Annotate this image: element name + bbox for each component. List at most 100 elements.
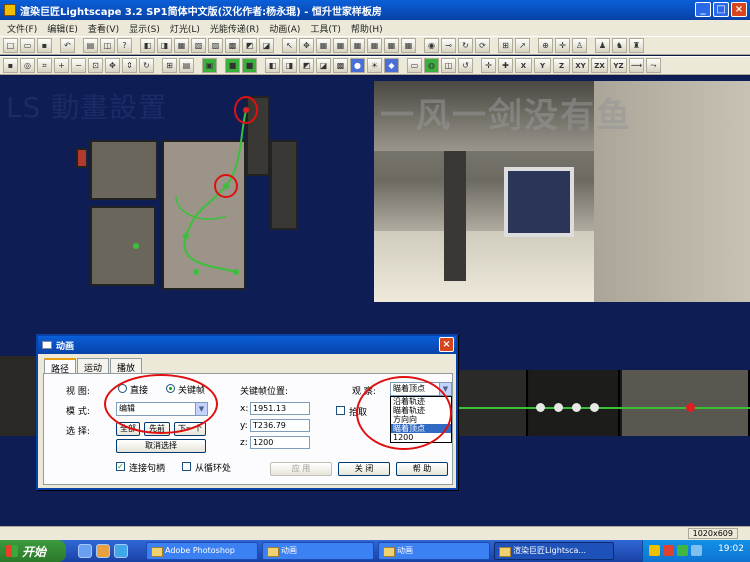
axis-x-button[interactable]: X [515,58,532,73]
menu-help[interactable]: 帮助(H) [346,22,388,35]
green-solid-icon[interactable]: ■ [242,58,257,73]
light-icon[interactable]: ☀ [367,58,382,73]
save-icon[interactable]: ▪ [37,38,52,53]
observe-option-selected[interactable]: 瞄着顶点 [391,424,451,433]
grid-f-icon[interactable]: ▦ [401,38,416,53]
axis-z-button[interactable]: Z [553,58,570,73]
green-box-icon[interactable]: ▣ [202,58,217,73]
camera-icon[interactable]: ◉ [424,38,439,53]
open-folder-icon[interactable]: ▭ [20,38,35,53]
cross-a-icon[interactable]: ✛ [481,58,496,73]
tool-g-icon[interactable]: ◩ [242,38,257,53]
help-context-icon[interactable]: ? [117,38,132,53]
grid-c-icon[interactable]: ▦ [350,38,365,53]
orbit-icon[interactable]: ⟳ [475,38,490,53]
menu-light[interactable]: 灯光(L) [165,22,205,35]
observe-option[interactable]: 沿着轨迹 [391,397,451,406]
solid-icon[interactable]: ▪ [3,58,18,73]
view-direct-radio[interactable] [118,384,127,393]
cancel-selection-button[interactable]: 取消选择 [116,439,206,453]
cube-c-icon[interactable]: ◩ [299,58,314,73]
menu-file[interactable]: 文件(F) [2,22,42,35]
tool-f-icon[interactable]: ▩ [225,38,240,53]
axis-xy-button[interactable]: XY [572,58,589,73]
walk-icon[interactable]: ♙ [572,38,587,53]
pan-icon[interactable]: ✛ [555,38,570,53]
axis-zx-button[interactable]: ZX [591,58,608,73]
menu-tools[interactable]: 工具(T) [305,22,346,35]
maximize-button[interactable]: □ [713,2,729,17]
layers-icon[interactable]: ▤ [179,58,194,73]
cross-b-icon[interactable]: ✚ [498,58,513,73]
grid-b-icon[interactable]: ▦ [333,38,348,53]
task-animation-2[interactable]: 动画 [378,542,490,560]
figure-a-icon[interactable]: ♟ [595,38,610,53]
zoom-window-icon[interactable]: ⊞ [162,58,177,73]
select-previous-button[interactable]: 先前 [144,422,170,436]
select-next-button[interactable]: 下一个 [174,422,206,436]
new-file-icon[interactable]: □ [3,38,18,53]
zoom-out-icon[interactable]: − [71,58,86,73]
link-icon[interactable]: ⊸ [441,38,456,53]
x-field[interactable]: 1951.13 [250,402,310,415]
rotate-icon[interactable]: ↻ [458,38,473,53]
menu-radiosity[interactable]: 光能传递(R) [205,22,264,35]
task-lightscape[interactable]: 渲染巨匠Lightsca... [494,542,614,560]
menu-view[interactable]: 查看(V) [83,22,124,35]
task-photoshop[interactable]: Adobe Photoshop [146,542,258,560]
display-c-icon[interactable]: ↺ [458,58,473,73]
task-animation-1[interactable]: 动画 [262,542,374,560]
texture-icon[interactable]: ▩ [333,58,348,73]
start-button[interactable]: 开始 [0,540,66,562]
strip-view-right[interactable] [458,370,750,436]
tool-h-icon[interactable]: ◪ [259,38,274,53]
cursor-icon[interactable]: ↗ [515,38,530,53]
help-button[interactable]: 帮 助 [396,462,448,476]
z-field[interactable]: 1200 [250,436,310,449]
close-dialog-button[interactable]: 关 闭 [338,462,390,476]
cube-a-icon[interactable]: ◧ [265,58,280,73]
tray-app-icon[interactable] [663,545,674,556]
observe-select[interactable]: 瞄着顶点 ▼ [390,382,452,396]
tool-c-icon[interactable]: ▦ [174,38,189,53]
loop-checkbox[interactable] [182,462,191,471]
figure-b-icon[interactable]: ♞ [612,38,627,53]
floor-plan[interactable] [76,96,298,296]
measure-icon[interactable]: ⊞ [498,38,513,53]
undo-icon[interactable]: ↶ [60,38,75,53]
pick-checkbox[interactable] [336,406,345,415]
network-icon[interactable] [677,545,688,556]
select-arrow-icon[interactable]: ↖ [282,38,297,53]
menu-edit[interactable]: 编辑(E) [42,22,83,35]
apply-button[interactable]: 应 用 [270,462,332,476]
menu-display[interactable]: 显示(S) [124,22,165,35]
path-edit-icon[interactable]: ⤳ [646,58,661,73]
globe-icon[interactable]: ◍ [424,58,439,73]
preview-icon[interactable]: ◫ [100,38,115,53]
dialog-close-button[interactable]: × [439,337,454,352]
wire-icon[interactable]: ⌗ [37,58,52,73]
grid-e-icon[interactable]: ▦ [384,38,399,53]
figure-c-icon[interactable]: ♜ [629,38,644,53]
observe-option[interactable]: 1200 [391,433,451,442]
quicklaunch-media-icon[interactable] [96,544,110,558]
render-icon[interactable]: ◆ [384,58,399,73]
sphere-icon[interactable]: ● [350,58,365,73]
minimize-button[interactable]: _ [695,2,711,17]
quicklaunch-ie-icon[interactable] [78,544,92,558]
tool-e-icon[interactable]: ▨ [208,38,223,53]
print-icon[interactable]: ▤ [83,38,98,53]
move-icon[interactable]: ✥ [299,38,314,53]
grid-a-icon[interactable]: ▦ [316,38,331,53]
display-a-icon[interactable]: ▭ [407,58,422,73]
green-cube-icon[interactable]: ■ [225,58,240,73]
select-all-button[interactable]: 全部 [116,422,140,436]
warning-icon[interactable] [649,545,660,556]
scroll-icon[interactable]: ⇕ [122,58,137,73]
grid-d-icon[interactable]: ▦ [367,38,382,53]
quicklaunch-desktop-icon[interactable] [114,544,128,558]
zoom-fit-icon[interactable]: ⊡ [88,58,103,73]
zoom-in-icon[interactable]: + [54,58,69,73]
close-button[interactable]: × [731,2,747,17]
zoom-region-icon[interactable]: ⊕ [538,38,553,53]
